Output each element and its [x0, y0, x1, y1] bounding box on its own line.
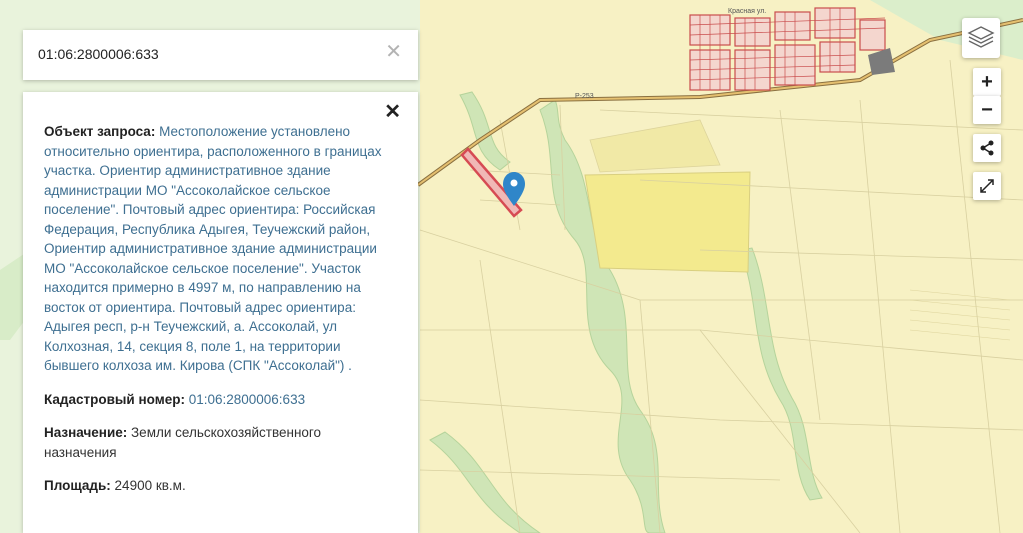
share-button[interactable]	[973, 134, 1001, 162]
map-road-label: Р-253	[575, 93, 594, 100]
fullscreen-button[interactable]	[973, 172, 1001, 200]
object-value: Местоположение установлено относительно …	[44, 124, 382, 373]
map-field	[584, 171, 751, 273]
cadastral-label: Кадастровый номер:	[44, 391, 185, 407]
object-row: Объект запроса: Местоположение установле…	[44, 122, 396, 376]
layers-button[interactable]	[962, 18, 1000, 58]
close-icon[interactable]: ✕	[384, 102, 401, 122]
object-label: Объект запроса:	[44, 124, 156, 139]
search-input[interactable]: 01:06:2800006:633	[38, 46, 159, 62]
area-value: 24900 кв.м.	[114, 478, 186, 493]
purpose-row: Назначение: Земли сельскохозяйственного …	[44, 423, 396, 462]
search-box[interactable]: 01:06:2800006:633 ✕	[23, 30, 418, 80]
cadastral-row: Кадастровый номер: 01:06:2800006:633	[44, 390, 396, 410]
area-row: Площадь: 24900 кв.м.	[44, 476, 396, 496]
zoom-in-label: +	[981, 71, 993, 93]
zoom-out-button[interactable]: −	[973, 96, 1001, 124]
area-label: Площадь:	[44, 478, 111, 493]
purpose-label: Назначение:	[44, 425, 128, 440]
map-street-label: Красная ул.	[728, 8, 766, 15]
clear-search-icon[interactable]: ✕	[385, 42, 402, 62]
cadastral-value-link[interactable]: 01:06:2800006:633	[189, 392, 305, 407]
zoom-in-button[interactable]: +	[973, 68, 1001, 96]
zoom-out-label: −	[981, 99, 993, 121]
share-icon	[980, 140, 994, 156]
layers-icon	[967, 26, 995, 48]
fullscreen-icon	[980, 179, 994, 193]
info-panel: ✕ Объект запроса: Местоположение установ…	[23, 92, 418, 533]
